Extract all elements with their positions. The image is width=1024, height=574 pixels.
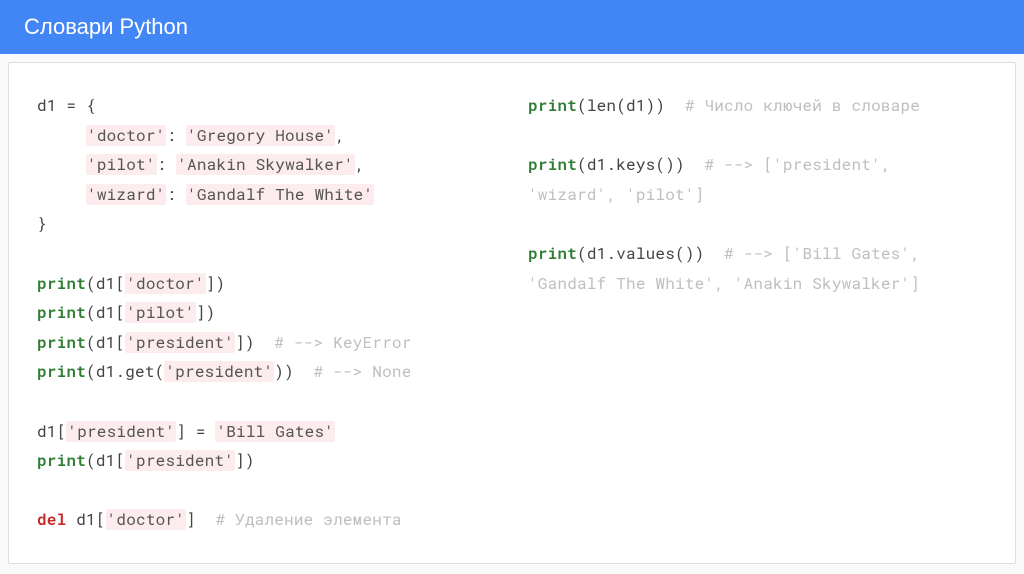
code-left-column: d1 = { 'doctor': 'Gregory House', 'pilot… <box>37 91 496 535</box>
code-line: d1['president'] = 'Bill Gates' <box>37 421 335 442</box>
code-line: } <box>37 213 47 234</box>
code-line: print(d1.keys()) # --> ['president', 'wi… <box>528 154 900 205</box>
code-line: print(d1['doctor']) <box>37 273 225 294</box>
code-line: d1 = { <box>37 95 96 116</box>
slide-header: Словари Python <box>0 0 1024 54</box>
code-right-column: print(len(d1)) # Число ключей в словаре … <box>528 91 987 535</box>
slide-content: d1 = { 'doctor': 'Gregory House', 'pilot… <box>8 62 1016 564</box>
code-line: print(d1['pilot']) <box>37 302 215 323</box>
code-line: 'wizard': 'Gandalf The White' <box>37 184 374 205</box>
code-line: print(d1['president']) # --> KeyError <box>37 332 412 353</box>
code-line: print(d1['president']) <box>37 450 255 471</box>
slide-title: Словари Python <box>24 14 188 39</box>
code-line: print(d1.get('president')) # --> None <box>37 361 412 382</box>
code-line: 'doctor': 'Gregory House', <box>37 125 345 146</box>
code-line: print(len(d1)) # Число ключей в словаре <box>528 95 920 116</box>
code-line: del d1['doctor'] # Удаление элемента <box>37 509 402 530</box>
code-line: 'pilot': 'Anakin Skywalker', <box>37 154 365 175</box>
code-line: print(d1.values()) # --> ['Bill Gates', … <box>528 243 930 294</box>
